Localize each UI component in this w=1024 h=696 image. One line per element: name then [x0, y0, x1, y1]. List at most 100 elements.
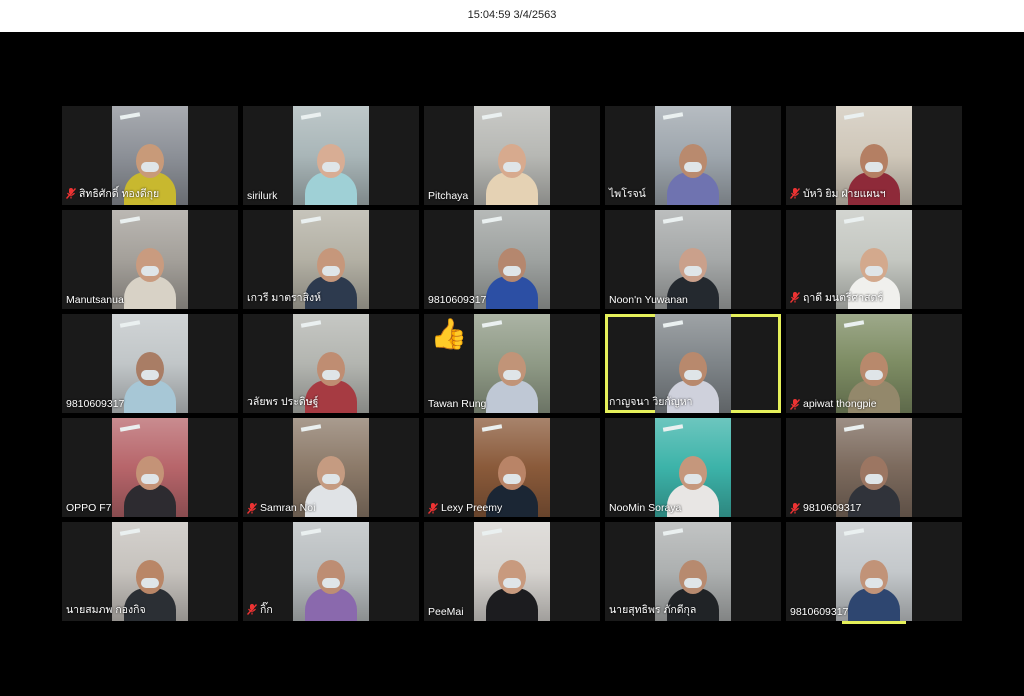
participant-video: [474, 522, 550, 621]
mic-muted-icon: [790, 502, 800, 514]
participant-tile[interactable]: PeeMai: [424, 522, 600, 621]
participant-face: [860, 352, 888, 386]
participant-name-label: Noon'n Yuwanan: [609, 294, 688, 306]
participant-tile[interactable]: นายสุทธิพร ภักดีกุล: [605, 522, 781, 621]
participant-name: เกวรี มาตราสิงห์: [247, 292, 322, 304]
participant-face: [317, 456, 345, 490]
participant-tile[interactable]: กิ๊ก: [243, 522, 419, 621]
window-title-bar: 15:04:59 3/4/2563: [0, 0, 1024, 32]
participant-tile[interactable]: 9810609317: [786, 522, 962, 621]
participant-tile[interactable]: sirilurk: [243, 106, 419, 205]
participant-name-label: กาญจนา วิยกัญหา: [609, 393, 693, 410]
participant-name: กาญจนา วิยกัญหา: [609, 396, 693, 408]
participant-name: วลัยพร ประดิษฐ์: [247, 396, 319, 408]
participant-name: ฤาดี มนตรีศาสตร์: [803, 292, 883, 304]
participant-tile[interactable]: Pitchaya: [424, 106, 600, 205]
participant-face: [498, 144, 526, 178]
participant-face: [679, 248, 707, 282]
participant-face: [317, 560, 345, 594]
participant-face: [860, 456, 888, 490]
participant-name: PeeMai: [428, 606, 464, 618]
participant-face: [136, 144, 164, 178]
participant-tile[interactable]: Samran Noi: [243, 418, 419, 517]
participant-name: กิ๊ก: [260, 604, 273, 616]
speaking-indicator: [842, 621, 906, 624]
participant-name: นายสมภพ กองกิจ: [66, 604, 146, 616]
participant-tile[interactable]: 9810609317: [62, 314, 238, 413]
participant-tile[interactable]: Lexy Preemy: [424, 418, 600, 517]
participant-name-label: Lexy Preemy: [428, 502, 502, 514]
participant-name: Tawan Rung: [428, 398, 487, 410]
participant-name-label: Tawan Rung: [428, 398, 486, 410]
participant-tile[interactable]: 9810609317: [424, 210, 600, 309]
participant-face: [679, 456, 707, 490]
participant-name-label: 9810609317: [790, 502, 861, 514]
participant-face: [136, 456, 164, 490]
participant-tile[interactable]: สิทธิศักดิ์ ทองดีกุย: [62, 106, 238, 205]
participant-name-label: Samran Noi: [247, 502, 315, 514]
participant-name: 9810609317: [66, 398, 125, 410]
participant-name: 9810609317: [790, 606, 849, 618]
mic-muted-icon: [790, 292, 800, 303]
participant-face: [136, 352, 164, 386]
participant-name: สิทธิศักดิ์ ทองดีกุย: [79, 188, 160, 200]
participant-name-label: 9810609317: [66, 398, 124, 410]
participant-name-label: 9810609317: [790, 606, 848, 618]
participant-name: 9810609317: [803, 502, 862, 514]
participant-name-label: Manutsanua: [66, 294, 124, 306]
participant-tile[interactable]: apiwat thongpie: [786, 314, 962, 413]
participant-tile[interactable]: กาญจนา วิยกัญหา: [605, 314, 781, 413]
participant-name-label: NooMin Soraya: [609, 502, 681, 514]
participant-tile[interactable]: บัหวิ ยิม ฝ่ายแผนฯ: [786, 106, 962, 205]
participant-tile[interactable]: นายสมภพ กองกิจ: [62, 522, 238, 621]
participant-video: [655, 106, 731, 205]
participant-tile[interactable]: 9810609317: [786, 418, 962, 517]
participant-name: 9810609317: [428, 294, 487, 306]
participant-name: sirilurk: [247, 190, 278, 202]
participant-name-label: วลัยพร ประดิษฐ์: [247, 393, 318, 410]
participant-name-label: apiwat thongpie: [790, 398, 877, 410]
participant-name: Noon'n Yuwanan: [609, 294, 688, 306]
mic-muted-icon: [66, 188, 76, 199]
participant-name-label: ไพโรจน์: [609, 185, 646, 202]
mic-muted-icon: [247, 604, 257, 615]
participant-face: [860, 144, 888, 178]
participant-tile[interactable]: Manutsanua: [62, 210, 238, 309]
participant-tile[interactable]: NooMin Soraya: [605, 418, 781, 517]
participant-video: [293, 522, 369, 621]
participant-tile[interactable]: เกวรี มาตราสิงห์: [243, 210, 419, 309]
participant-face: [679, 144, 707, 178]
participant-name: Pitchaya: [428, 190, 469, 202]
participant-tile[interactable]: 👍 Tawan Rung: [424, 314, 600, 413]
participant-name: Manutsanua: [66, 294, 124, 306]
participant-name-label: PeeMai: [428, 606, 464, 618]
participant-tile[interactable]: ไพโรจน์: [605, 106, 781, 205]
mic-muted-icon: [428, 502, 438, 514]
participant-name-label: กิ๊ก: [247, 601, 273, 618]
participant-name-label: นายสุทธิพร ภักดีกุล: [609, 601, 696, 618]
participant-name: นายสุทธิพร ภักดีกุล: [609, 604, 697, 616]
participant-face: [860, 560, 888, 594]
participant-name: NooMin Soraya: [609, 502, 682, 514]
participant-name-label: ฤาดี มนตรีศาสตร์: [790, 289, 883, 306]
thumbs-up-icon: 👍: [430, 317, 468, 352]
participant-name-label: นายสมภพ กองกิจ: [66, 601, 146, 618]
participant-face: [679, 352, 707, 386]
participant-tile[interactable]: ฤาดี มนตรีศาสตร์: [786, 210, 962, 309]
participant-name-label: 9810609317: [428, 294, 486, 306]
participant-name: ไพโรจน์: [609, 188, 646, 200]
participant-video: [112, 418, 188, 517]
participant-tile[interactable]: วลัยพร ประดิษฐ์: [243, 314, 419, 413]
participant-face: [498, 456, 526, 490]
participant-tile[interactable]: Noon'n Yuwanan: [605, 210, 781, 309]
participant-name: บัหวิ ยิม ฝ่ายแผนฯ: [803, 188, 886, 200]
participant-face: [860, 248, 888, 282]
participant-tile[interactable]: OPPO F7: [62, 418, 238, 517]
mic-muted-icon: [790, 188, 800, 199]
participant-face: [136, 560, 164, 594]
participant-face: [317, 352, 345, 386]
participant-face: [498, 352, 526, 386]
participant-video: [474, 106, 550, 205]
participant-face: [317, 248, 345, 282]
mic-muted-icon: [247, 502, 257, 514]
